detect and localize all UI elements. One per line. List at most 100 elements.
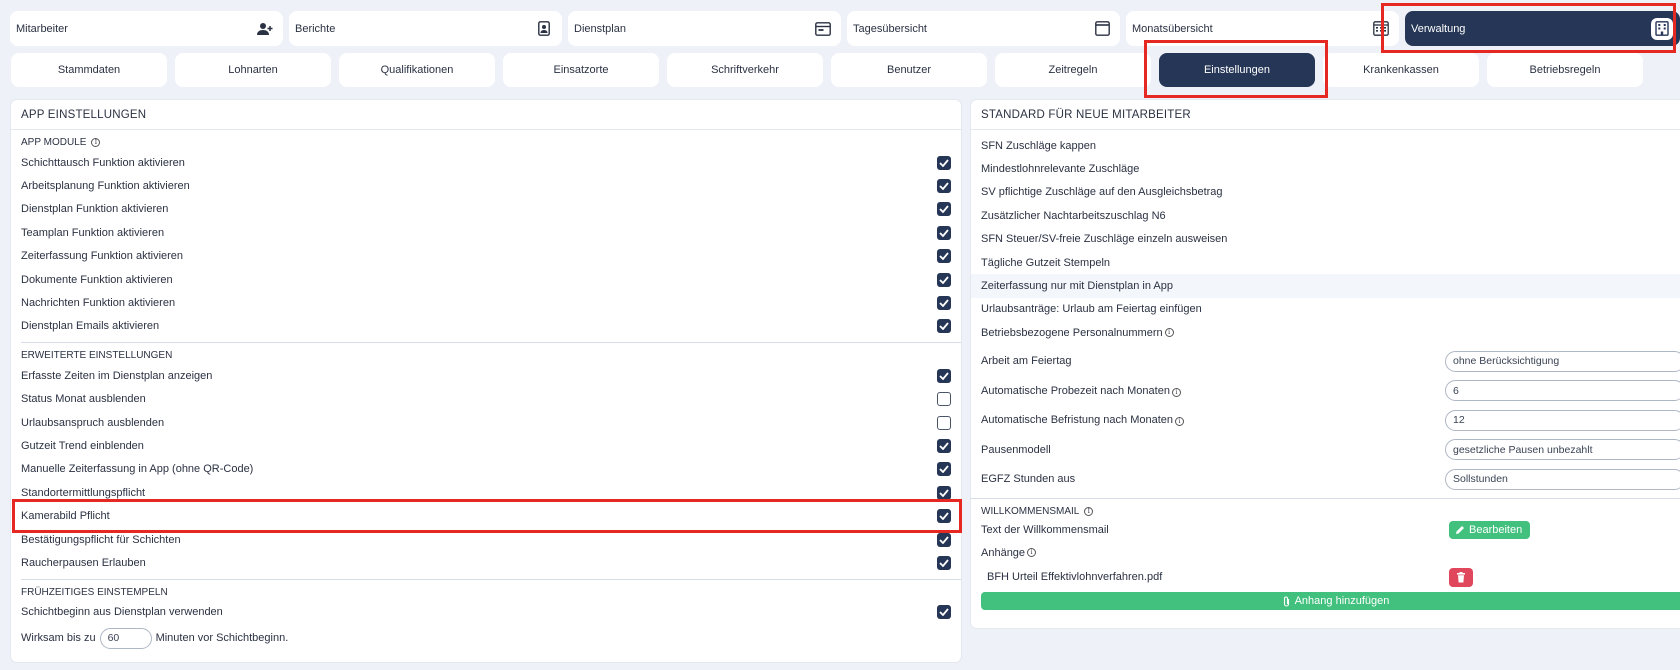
report-icon <box>533 18 555 40</box>
setting-checkbox[interactable] <box>937 415 951 430</box>
edit-welcome-mail-button[interactable]: Bearbeiten <box>1449 520 1531 539</box>
frueh-title: FRÜHZEITIGES EINSTEMPELN <box>21 586 168 598</box>
tab-einstellungen[interactable]: Einstellungen <box>1159 53 1315 87</box>
setting-row-status-monat-ausblenden: Status Monat ausblenden <box>21 388 951 411</box>
setting-checkbox[interactable] <box>937 272 951 287</box>
setting-checkbox[interactable] <box>937 249 951 264</box>
setting-row-raucherpausen-erlauben: Raucherpausen Erlauben <box>21 551 951 574</box>
info-icon[interactable]: i <box>91 138 101 147</box>
erweitert-list: Erfasste Zeiten im Dienstplan anzeigen St… <box>21 364 951 575</box>
defaults-title: STANDARD FÜR NEUE MITARBEITER <box>971 100 1680 130</box>
setting-row-zeiterfassung-funktion-aktivieren: Zeiterfassung Funktion aktivieren <box>21 245 951 268</box>
delete-attachment-button[interactable] <box>1449 567 1473 587</box>
setting-label: Erfasste Zeiten im Dienstplan anzeigen <box>21 369 213 382</box>
nav-berichte[interactable]: Berichte <box>289 11 562 46</box>
setting-label: Arbeitsplanung Funktion aktivieren <box>21 180 190 193</box>
setting-checkbox[interactable] <box>937 368 951 383</box>
field-row-pausenmodell: Pausenmodell gesetzliche Pausen unbezahlt <box>971 435 1680 465</box>
field-label: Automatische Befristung nach Monaten i <box>981 414 1445 427</box>
setting-label: Urlaubsanspruch ausblenden <box>21 416 165 429</box>
nav-monatsuebersicht[interactable]: Monatsübersicht <box>1126 11 1399 46</box>
field-label: EGFZ Stunden aus <box>981 473 1445 485</box>
field-input-egfz-stunden-aus[interactable]: Sollstunden <box>1445 468 1680 490</box>
default-label: Zusätzlicher Nachtarbeitszuschlag N6 <box>981 209 1166 222</box>
setting-label: Zeiterfassung Funktion aktivieren <box>21 250 184 263</box>
setting-checkbox[interactable] <box>937 179 951 194</box>
defaults-fields: Arbeit am Feiertag ohne Berücksichtigung A… <box>971 345 1680 495</box>
setting-label: Dokumente Funktion aktivieren <box>21 273 173 286</box>
tab-lohnarten[interactable]: Lohnarten <box>175 53 331 87</box>
field-label-text: Automatische Befristung nach Monaten <box>981 414 1174 427</box>
tab-einsatzorte[interactable]: Einsatzorte <box>503 53 659 87</box>
setting-checkbox[interactable] <box>937 509 951 524</box>
default-row-betriebsbezogene-personalnummern[interactable]: Betriebsbezogene Personalnummern i <box>971 321 1680 344</box>
wirksam-minutes-input[interactable]: 60 <box>99 627 152 649</box>
default-label: Urlaubsanträge: Urlaub am Feiertag einfü… <box>981 303 1202 316</box>
setting-checkbox[interactable] <box>937 555 951 570</box>
add-attachment-button[interactable]: Anhang hinzufügen <box>981 592 1680 611</box>
field-input-pausenmodell[interactable]: gesetzliche Pausen unbezahlt <box>1445 439 1680 461</box>
setting-checkbox[interactable] <box>937 319 951 334</box>
frueh-label: Schichtbeginn aus Dienstplan verwenden <box>21 606 223 619</box>
tab-schriftverkehr[interactable]: Schriftverkehr <box>667 53 823 87</box>
setting-checkbox[interactable] <box>937 202 951 217</box>
setting-checkbox[interactable] <box>937 485 951 500</box>
setting-checkbox[interactable] <box>937 532 951 547</box>
info-icon[interactable]: i <box>1027 548 1037 558</box>
setting-checkbox[interactable] <box>937 225 951 240</box>
tab-krankenkassen[interactable]: Krankenkassen <box>1323 53 1479 87</box>
setting-checkbox[interactable] <box>937 438 951 453</box>
setting-label: Gutzeit Trend einblenden <box>21 439 144 452</box>
setting-row-bestätigungspflicht-für-schichten: Bestätigungspflicht für Schichten <box>21 528 951 551</box>
tab-qualifikationen[interactable]: Qualifikationen <box>339 53 495 87</box>
info-icon[interactable]: i <box>1164 328 1174 338</box>
nav-verwaltung[interactable]: Verwaltung <box>1405 11 1680 46</box>
setting-checkbox[interactable] <box>937 392 951 407</box>
default-row-mindestlohnrelevante-zuschläge[interactable]: Mindestlohnrelevante Zuschläge <box>971 157 1680 180</box>
default-row-urlaubsanträge-urlaub-am-feiertag-einfügen[interactable]: Urlaubsanträge: Urlaub am Feiertag einfü… <box>971 298 1680 321</box>
nav-dienstplan-label: Dienstplan <box>574 22 626 35</box>
default-row-zusätzlicher-nachtarbeitszuschlag-n6[interactable]: Zusätzlicher Nachtarbeitszuschlag N6 <box>971 204 1680 227</box>
field-row-arbeit-am-feiertag: Arbeit am Feiertag ohne Berücksichtigung <box>971 347 1680 377</box>
default-row-zeiterfassung-nur-mit-dienstplan-in-app[interactable]: Zeiterfassung nur mit Dienstplan in App <box>971 274 1680 298</box>
default-label: Betriebsbezogene Personalnummern <box>981 326 1163 339</box>
default-label: Mindestlohnrelevante Zuschläge <box>981 163 1140 176</box>
tab-zeitregeln[interactable]: Zeitregeln <box>995 53 1151 87</box>
setting-row-gutzeit-trend-einblenden: Gutzeit Trend einblenden <box>21 434 951 457</box>
nav-monatsuebersicht-label: Monatsübersicht <box>1132 22 1213 35</box>
attachment-name: BFH Urteil Effektivlohnverfahren.pdf <box>987 571 1163 584</box>
nav-tagesuebersicht[interactable]: Tagesübersicht <box>847 11 1120 46</box>
calendar-month-icon <box>1370 18 1392 40</box>
field-label-text: Pausenmodell <box>981 443 1051 456</box>
setting-checkbox[interactable] <box>937 155 951 170</box>
setting-row-schichttausch-funktion-aktivieren: Schichttausch Funktion aktivieren <box>21 151 951 174</box>
frueh-checkbox[interactable] <box>937 605 951 620</box>
tab-benutzer[interactable]: Benutzer <box>831 53 987 87</box>
field-label: Arbeit am Feiertag <box>981 355 1445 367</box>
field-input-automatische-befristung-nach-monaten[interactable]: 12 <box>1445 409 1680 431</box>
nav-dienstplan[interactable]: Dienstplan <box>568 11 841 46</box>
default-row-sfn-zuschläge-kappen[interactable]: SFN Zuschläge kappen <box>971 134 1680 157</box>
setting-checkbox[interactable] <box>937 296 951 311</box>
default-label: SV pflichtige Zuschläge auf den Ausgleic… <box>981 186 1223 199</box>
field-label: Pausenmodell <box>981 444 1445 456</box>
info-icon[interactable]: i <box>1084 507 1094 517</box>
field-input-arbeit-am-feiertag[interactable]: ohne Berücksichtigung <box>1445 350 1680 372</box>
default-row-tägliche-gutzeit-stempeln[interactable]: Tägliche Gutzeit Stempeln <box>971 251 1680 274</box>
setting-checkbox[interactable] <box>937 462 951 477</box>
user-plus-icon <box>254 18 276 40</box>
default-row-sfn-steuer-sv-freie-zuschläge-einzeln-ausweisen[interactable]: SFN Steuer/SV-freie Zuschläge einzeln au… <box>971 228 1680 251</box>
field-input-automatische-probezeit-nach-monaten[interactable]: 6 <box>1445 380 1680 402</box>
nav-mitarbeiter[interactable]: Mitarbeiter <box>10 11 283 46</box>
setting-row-erfasste-zeiten-im-dienstplan-anzeigen: Erfasste Zeiten im Dienstplan anzeigen <box>21 364 951 387</box>
wirksam-suffix: Minuten vor Schichtbeginn. <box>155 632 289 645</box>
app-module-heading: APP MODULE i <box>21 136 951 149</box>
nav-berichte-label: Berichte <box>295 22 336 35</box>
setting-row-nachrichten-funktion-aktivieren: Nachrichten Funktion aktivieren <box>21 291 951 314</box>
tab-stammdaten[interactable]: Stammdaten <box>11 53 167 87</box>
info-icon[interactable]: i <box>1171 387 1181 397</box>
info-icon[interactable]: i <box>1175 417 1185 427</box>
default-row-sv-pflichtige-zuschläge-auf-den-ausgleichsbetrag[interactable]: SV pflichtige Zuschläge auf den Ausgleic… <box>971 181 1680 204</box>
tab-betriebsregeln[interactable]: Betriebsregeln <box>1487 53 1643 87</box>
setting-label: Teamplan Funktion aktivieren <box>21 226 165 239</box>
